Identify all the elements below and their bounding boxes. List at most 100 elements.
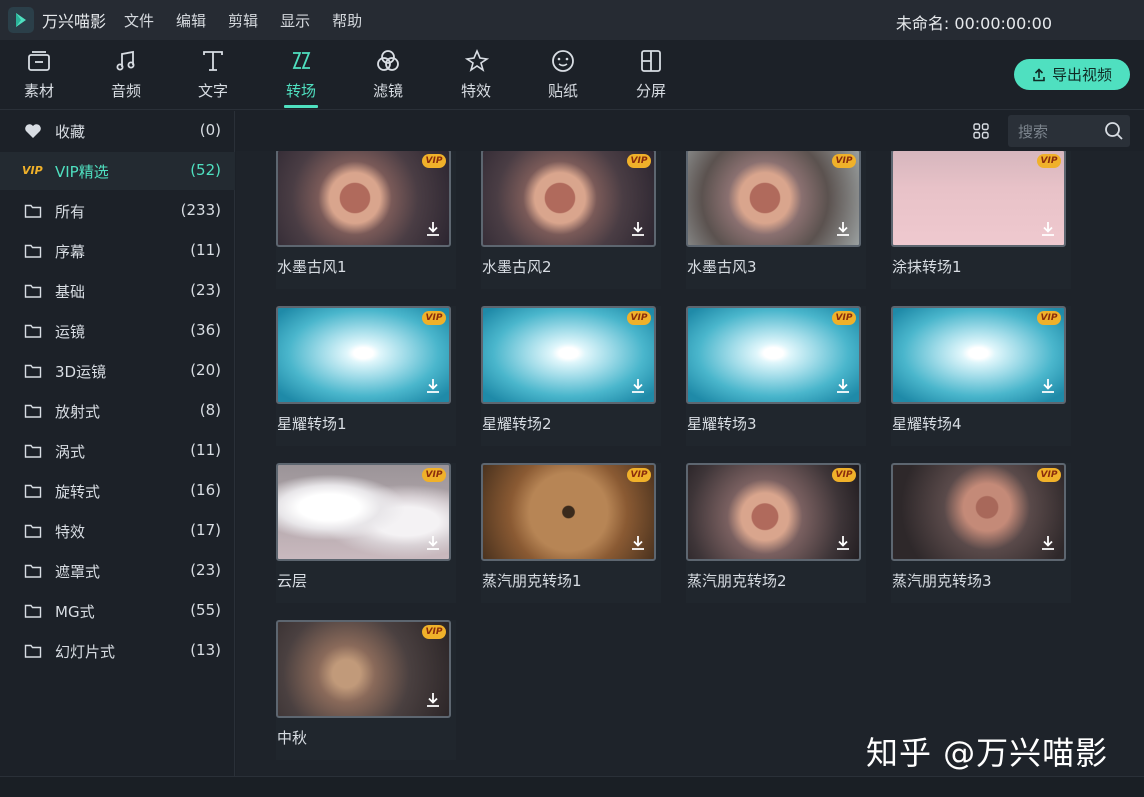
transition-thumbnail[interactable]: VIP [276, 151, 451, 247]
download-icon[interactable] [425, 535, 441, 551]
download-icon[interactable] [835, 535, 851, 551]
tab-media-label: 素材 [23, 82, 54, 100]
download-icon[interactable] [1040, 535, 1056, 551]
sidebar-item-favorites[interactable]: 收藏 (0) [0, 112, 235, 150]
sidebar-item-count: (36) [190, 321, 221, 339]
transition-card[interactable]: VIP 中秋 [276, 620, 456, 760]
sidebar-item-label: 所有 [55, 203, 86, 221]
transition-card[interactable]: VIP 星耀转场1 [276, 306, 456, 446]
vip-badge: VIP [832, 311, 856, 325]
transition-grid: VIP 水墨古风1 VIP 水墨古风2 VIP 水墨古风3 VIP 涂抹转场1 … [236, 151, 1144, 776]
sidebar-item-prologue[interactable]: 序幕 (11) [0, 232, 235, 270]
sidebar-item-mg[interactable]: MG式 (55) [0, 592, 235, 630]
tab-effects[interactable]: 特效 [441, 40, 511, 110]
transition-thumbnail[interactable]: VIP [481, 463, 656, 561]
sidebar-item-label: 放射式 [55, 403, 101, 421]
transition-label: 星耀转场1 [277, 415, 347, 433]
transition-thumbnail[interactable]: VIP [481, 306, 656, 404]
transition-card[interactable]: VIP 水墨古风2 [481, 151, 661, 289]
folder-icon [24, 564, 42, 578]
folder-icon [24, 324, 42, 338]
tab-filter[interactable]: 滤镜 [353, 40, 423, 110]
transition-label: 水墨古风1 [277, 258, 347, 276]
grid-view-icon[interactable] [973, 123, 989, 139]
transition-thumbnail[interactable]: VIP [276, 620, 451, 718]
sidebar-item-label: 运镜 [55, 323, 86, 341]
sidebar-item-mask[interactable]: 遮罩式 (23) [0, 552, 235, 590]
upload-icon [1033, 67, 1045, 81]
download-icon[interactable] [835, 378, 851, 394]
transition-card[interactable]: VIP 星耀转场2 [481, 306, 661, 446]
sidebar-item-vip[interactable]: VIP VIP精选 (52) [0, 152, 235, 190]
tab-transition-label: 转场 [285, 82, 316, 100]
sidebar-item-label: 遮罩式 [55, 563, 101, 581]
transition-card[interactable]: VIP 水墨古风1 [276, 151, 456, 289]
sidebar-item-count: (233) [180, 201, 221, 219]
transition-card[interactable]: VIP 蒸汽朋克转场3 [891, 463, 1071, 603]
sidebar-item-basic[interactable]: 基础 (23) [0, 272, 235, 310]
sidebar-item-special-effects[interactable]: 特效 (17) [0, 512, 235, 550]
download-icon[interactable] [425, 221, 441, 237]
folder-icon [24, 364, 42, 378]
transition-thumbnail[interactable]: VIP [686, 151, 861, 247]
download-icon[interactable] [835, 221, 851, 237]
sidebar-item-count: (52) [190, 161, 221, 179]
sidebar-item-count: (11) [190, 441, 221, 459]
tab-transition[interactable]: 转场 [266, 40, 336, 110]
sidebar-item-vortex[interactable]: 涡式 (11) [0, 432, 235, 470]
transition-thumbnail[interactable]: VIP [481, 151, 656, 247]
menu-clip[interactable]: 剪辑 [228, 10, 258, 31]
search-placeholder: 搜索 [1018, 123, 1049, 141]
menu-help[interactable]: 帮助 [332, 10, 362, 31]
vip-badge: VIP [1037, 311, 1061, 325]
transition-thumbnail[interactable]: VIP [891, 463, 1066, 561]
transition-thumbnail[interactable]: VIP [891, 151, 1066, 247]
vip-badge: VIP [832, 154, 856, 168]
sidebar-item-count: (11) [190, 241, 221, 259]
tab-sticker[interactable]: 贴纸 [528, 40, 598, 110]
tab-media[interactable]: 素材 [4, 40, 74, 110]
transition-card[interactable]: VIP 云层 [276, 463, 456, 603]
download-icon[interactable] [630, 221, 646, 237]
menu-file[interactable]: 文件 [124, 10, 154, 31]
transition-card[interactable]: VIP 蒸汽朋克转场1 [481, 463, 661, 603]
transition-card[interactable]: VIP 水墨古风3 [686, 151, 866, 289]
sidebar-item-all[interactable]: 所有 (233) [0, 192, 235, 230]
transition-thumbnail[interactable]: VIP [686, 306, 861, 404]
download-icon[interactable] [425, 378, 441, 394]
download-icon[interactable] [425, 692, 441, 708]
transition-card[interactable]: VIP 蒸汽朋克转场2 [686, 463, 866, 603]
tab-text[interactable]: 文字 [178, 40, 248, 110]
folder-icon [24, 644, 42, 658]
music-icon [116, 50, 135, 71]
transition-card[interactable]: VIP 涂抹转场1 [891, 151, 1071, 289]
export-video-button[interactable]: 导出视频 [1014, 59, 1130, 90]
tab-split-screen[interactable]: 分屏 [616, 40, 686, 110]
search-icon[interactable] [1104, 121, 1124, 141]
download-icon[interactable] [1040, 378, 1056, 394]
sidebar-item-slideshow[interactable]: 幻灯片式 (13) [0, 632, 235, 670]
menu-edit[interactable]: 编辑 [176, 10, 206, 31]
transition-thumbnail[interactable]: VIP [276, 306, 451, 404]
sidebar-item-rotation[interactable]: 旋转式 (16) [0, 472, 235, 510]
transition-thumbnail[interactable]: VIP [276, 463, 451, 561]
sidebar-item-3d-camera-move[interactable]: 3D运镜 (20) [0, 352, 235, 390]
transition-card[interactable]: VIP 星耀转场3 [686, 306, 866, 446]
download-icon[interactable] [630, 535, 646, 551]
folder-icon [24, 444, 42, 458]
sidebar-item-count: (8) [199, 401, 221, 419]
transition-thumbnail[interactable]: VIP [891, 306, 1066, 404]
download-icon[interactable] [1040, 221, 1056, 237]
tab-audio[interactable]: 音频 [91, 40, 161, 110]
transition-card[interactable]: VIP 星耀转场4 [891, 306, 1071, 446]
folder-icon [24, 524, 42, 538]
sidebar-item-radial[interactable]: 放射式 (8) [0, 392, 235, 430]
menu-view[interactable]: 显示 [280, 10, 310, 31]
sidebar-item-camera-move[interactable]: 运镜 (36) [0, 312, 235, 350]
tab-effects-label: 特效 [460, 82, 491, 100]
sidebar-item-label: 特效 [55, 523, 86, 541]
download-icon[interactable] [630, 378, 646, 394]
sidebar-item-label: 收藏 [55, 123, 86, 141]
search-input[interactable]: 搜索 [1008, 115, 1130, 147]
transition-thumbnail[interactable]: VIP [686, 463, 861, 561]
